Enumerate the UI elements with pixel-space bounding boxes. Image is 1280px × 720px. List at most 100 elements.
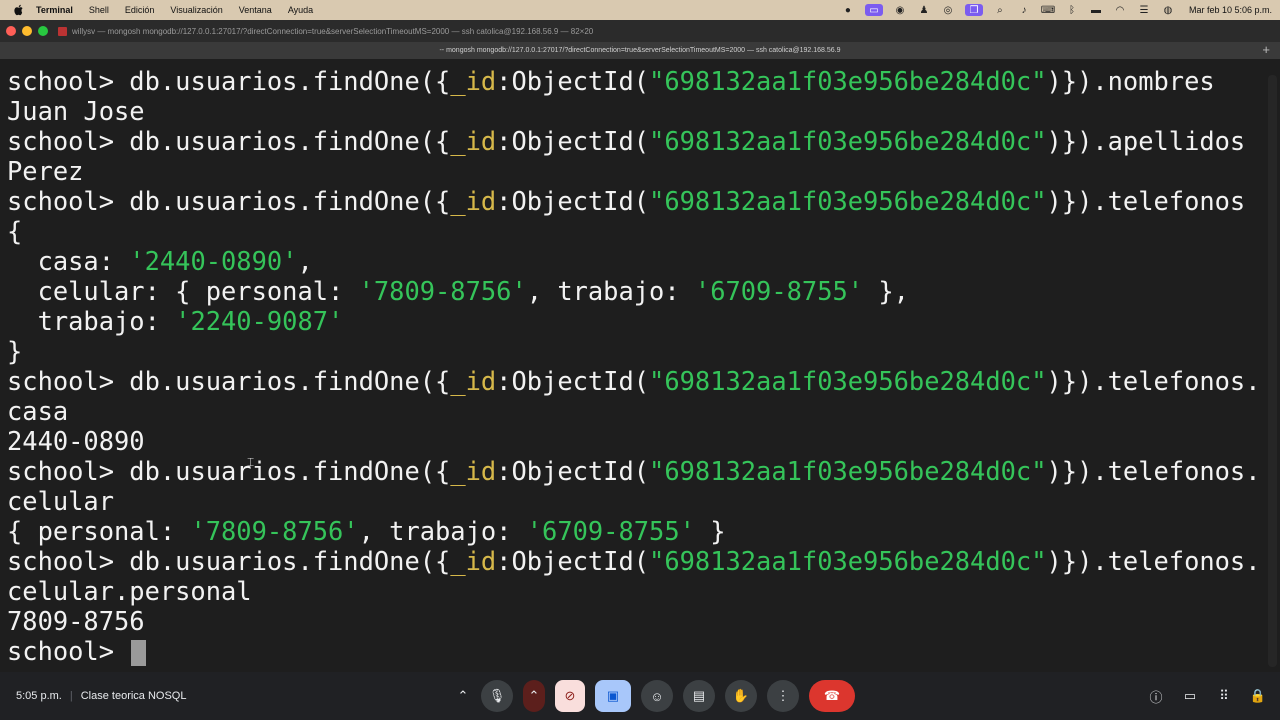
terminal-scrollbar[interactable] [1268, 75, 1277, 667]
command-close: )}) [1046, 186, 1093, 216]
prompt: school> [7, 366, 130, 396]
comma: , [297, 246, 313, 276]
objectid-value: "698132aa1f03e956be284d0c" [649, 126, 1047, 156]
casa-value: '2440-0890' [129, 246, 298, 276]
celular-key: celular: { personal: [7, 276, 359, 306]
field-accessor: .telefonos [1092, 186, 1246, 216]
emoji-icon[interactable]: ☺ [641, 680, 673, 712]
location-icon[interactable]: ◎ [941, 4, 955, 16]
siri-icon[interactable]: ◍ [1161, 4, 1175, 16]
objectid-value: "698132aa1f03e956be284d0c" [649, 456, 1047, 486]
chat-icon[interactable]: ▭ [1182, 686, 1198, 706]
search-icon[interactable]: ⌕ [993, 4, 1007, 16]
objectid-fn: :ObjectId( [496, 456, 650, 486]
keyboard-icon[interactable]: ⌨ [1041, 4, 1055, 16]
current-prompt-line[interactable]: school> [7, 636, 1262, 666]
info-icon[interactable]: ⓘ [1148, 686, 1164, 706]
field-accessor: .telefonos. [1092, 456, 1261, 486]
window-title: willysv — mongosh mongodb://127.0.0.1:27… [72, 26, 594, 36]
command-line: school> db.usuarios.findOne({_id:ObjectI… [7, 66, 1262, 96]
id-key: _id [450, 366, 497, 396]
output-line: 7809-8756 [7, 606, 145, 636]
menu-ventana[interactable]: Ventana [239, 5, 272, 15]
new-tab-plus-icon[interactable]: + [1262, 43, 1270, 57]
menu-edicion[interactable]: Edición [125, 5, 155, 15]
host-controls-icon[interactable]: 🔒 [1250, 686, 1266, 706]
control-center-icon[interactable]: ☰ [1137, 4, 1151, 16]
user-icon[interactable]: ♟ [917, 4, 931, 16]
battery-icon[interactable]: ▬ [1089, 4, 1103, 16]
meeting-controls: ⌃ 🎙 ⌃ ⊘ ▣ ☺ ▤ ✋ ⋮ ☎ [455, 680, 855, 712]
menu-clock[interactable]: Mar feb 10 5:06 p.m. [1189, 5, 1272, 15]
raise-hand-icon[interactable]: ✋ [725, 680, 757, 712]
output-line: casa: '2440-0890', [7, 246, 1262, 276]
output-line: { personal: '7809-8756', trabajo: '6709-… [7, 516, 1262, 546]
screen-share-icon[interactable]: ▭ [864, 4, 883, 16]
command-continuation: celular.personal [7, 576, 252, 606]
volume-icon[interactable]: ♪ [1017, 4, 1031, 16]
output-line: trabajo: '2240-9087' [7, 306, 1262, 336]
celular-obj-personal: '7809-8756' [190, 516, 359, 546]
objectid-fn: :ObjectId( [496, 126, 650, 156]
menu-visualizacion[interactable]: Visualización [170, 5, 222, 15]
text-cursor [131, 640, 147, 666]
meeting-separator: | [69, 690, 73, 702]
meeting-name: Clase teorica NOSQL [80, 690, 187, 702]
window-titlebar: willysv — mongosh mongodb://127.0.0.1:27… [0, 20, 1280, 42]
prompt: school> [7, 456, 130, 486]
folder-icon [58, 26, 67, 36]
window-icon[interactable]: ❐ [964, 4, 983, 16]
terminal-output[interactable]: school> db.usuarios.findOne({_id:ObjectI… [0, 66, 1262, 672]
id-key: _id [450, 66, 497, 96]
wifi-icon[interactable]: ◠ [1113, 4, 1127, 16]
celular-end: }, [863, 276, 909, 306]
celular-personal-value: '7809-8756' [358, 276, 527, 306]
output-line: Juan Jose [7, 96, 145, 126]
hang-up-icon[interactable]: ☎ [809, 680, 855, 712]
celular-obj-end: } [694, 516, 726, 546]
command-close: )}) [1046, 456, 1093, 486]
video-options-chevron-icon[interactable]: ⌃ [523, 680, 545, 712]
minimize-window-button[interactable] [22, 26, 32, 36]
microphone-icon[interactable]: 🎙 [481, 680, 513, 712]
prompt: school> [7, 126, 130, 156]
command-line: school> db.usuarios.findOne({_id:ObjectI… [7, 186, 1262, 216]
objectid-fn: :ObjectId( [496, 366, 650, 396]
captions-icon[interactable]: ▤ [683, 680, 715, 712]
menu-ayuda[interactable]: Ayuda [288, 5, 313, 15]
command-close: )}) [1046, 546, 1093, 576]
output-line: Perez [7, 156, 84, 186]
menu-terminal[interactable]: Terminal [36, 5, 73, 15]
objectid-value: "698132aa1f03e956be284d0c" [649, 66, 1047, 96]
camera-off-icon[interactable]: ⊘ [555, 680, 585, 712]
objectid-fn: :ObjectId( [496, 186, 650, 216]
present-screen-icon[interactable]: ▣ [595, 680, 631, 712]
command-line: school> db.usuarios.findOne({_id:ObjectI… [7, 366, 1262, 396]
close-window-button[interactable] [6, 26, 16, 36]
record-icon[interactable]: ● [841, 4, 855, 16]
field-accessor: .apellidos [1092, 126, 1246, 156]
id-key: _id [450, 126, 497, 156]
bluetooth-icon[interactable]: ᛒ [1065, 4, 1079, 16]
output-line: celular: { personal: '7809-8756', trabaj… [7, 276, 1262, 306]
prompt: school> [7, 186, 130, 216]
activities-icon[interactable]: ⠿ [1216, 686, 1232, 706]
command-line: school> db.usuarios.findOne({_id:ObjectI… [7, 546, 1262, 576]
tab-title[interactable]: -- mongosh mongodb://127.0.0.1:27017/?di… [439, 47, 840, 54]
meeting-side-controls: ⓘ ▭ ⠿ 🔒 [1148, 686, 1266, 706]
command-prefix: db.usuarios.findOne({ [129, 186, 451, 216]
zoom-window-button[interactable] [38, 26, 48, 36]
camera-icon[interactable]: ◉ [893, 4, 907, 16]
celular-obj-trabajo: '6709-8755' [526, 516, 695, 546]
apple-menu-icon[interactable] [12, 3, 26, 17]
more-options-icon[interactable]: ⋮ [767, 680, 799, 712]
celular-mid: , trabajo: [526, 276, 695, 306]
prompt: school> [7, 66, 130, 96]
meeting-control-bar: 5:05 p.m. | Clase teorica NOSQL ⌃ 🎙 ⌃ ⊘ … [0, 672, 1280, 720]
audio-options-chevron-icon[interactable]: ⌃ [455, 680, 471, 712]
id-key: _id [450, 456, 497, 486]
menu-shell[interactable]: Shell [89, 5, 109, 15]
id-key: _id [450, 186, 497, 216]
output-line: 2440-0890 [7, 426, 145, 456]
command-close: )}) [1046, 126, 1093, 156]
